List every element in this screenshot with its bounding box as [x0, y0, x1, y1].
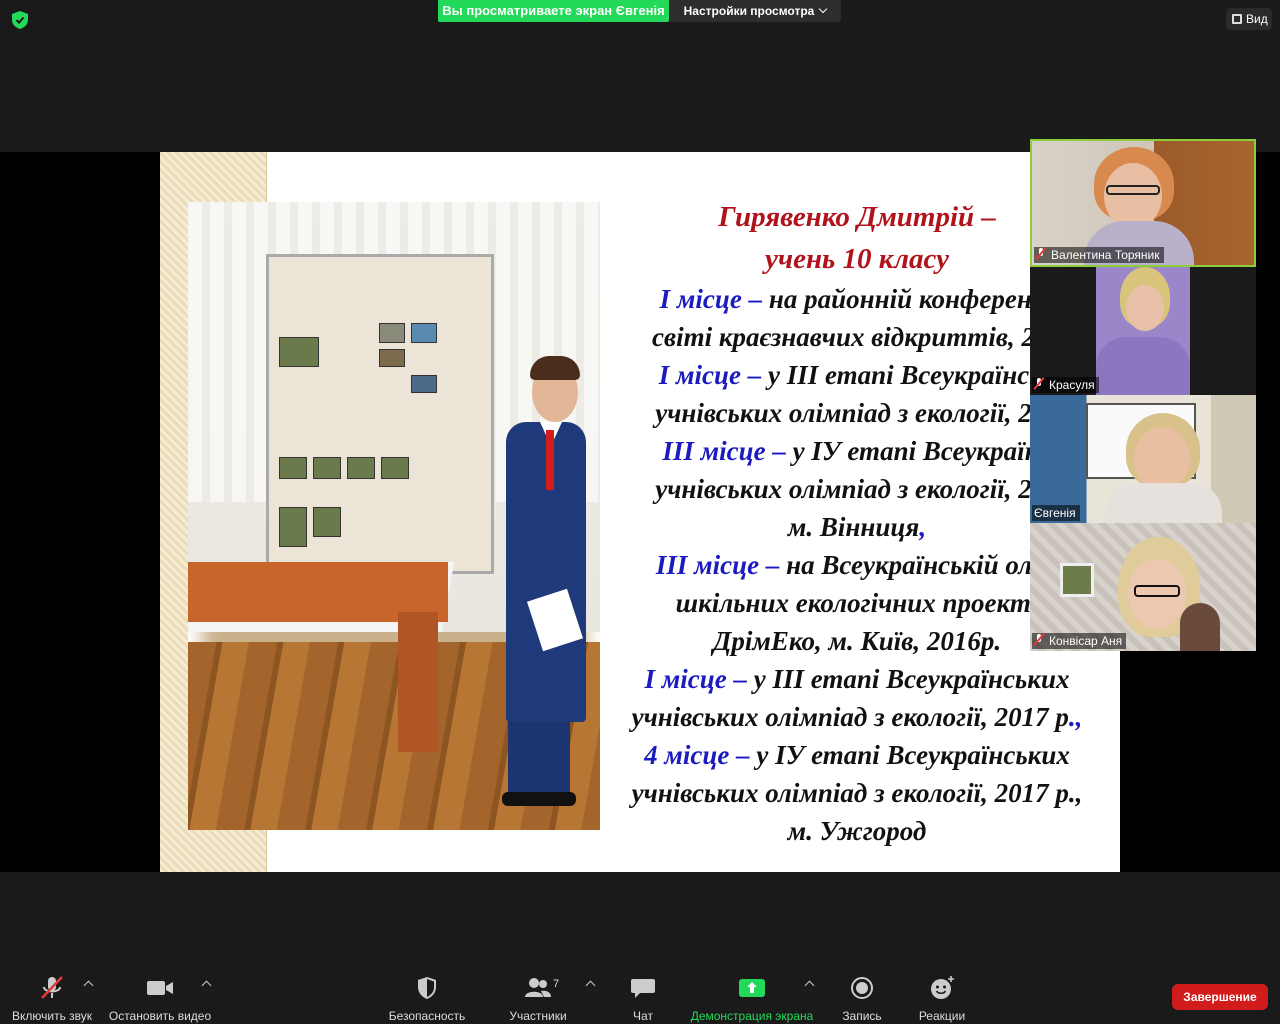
slide-line: учнівських олімпіад з екології, 201	[612, 470, 1102, 508]
slide-line-text: шкільних екологічних проекті	[675, 588, 1039, 618]
slide-line-punctuation: .,	[1068, 702, 1083, 732]
participants-label: Участники	[509, 1009, 567, 1023]
participant-name: Валентина Торяник	[1051, 248, 1160, 262]
mic-muted-icon	[1034, 378, 1044, 390]
video-button[interactable]: Остановить видео	[108, 976, 212, 1024]
participant-tile-4[interactable]: Конвісар Аня	[1030, 523, 1256, 651]
participant-name: Красуля	[1049, 378, 1095, 392]
slide-line-text: учнівських олімпіад з екології, 2017 р	[631, 702, 1069, 732]
mic-muted-icon	[1036, 248, 1046, 260]
slide-line-highlight: ІІІ місце –	[662, 436, 786, 466]
participants-count: 7	[553, 978, 560, 990]
encryption-shield-icon[interactable]	[12, 11, 28, 29]
participants-options-caret-icon[interactable]	[585, 980, 596, 991]
security-button[interactable]: Безопасность	[388, 976, 466, 1024]
slide-line-text: у ІІІ етапі Всеукраїнськ	[761, 360, 1056, 390]
participants-button[interactable]: Участники 7	[506, 976, 570, 1024]
end-meeting-button[interactable]: Завершение	[1172, 984, 1268, 1010]
slide-line: І місце – у ІІІ етапі Всеукраїнськ	[612, 356, 1102, 394]
record-button[interactable]: Запись	[838, 976, 886, 1024]
slide-line-highlight: І місце –	[658, 360, 762, 390]
slide-line: м. Ужгород	[612, 812, 1102, 850]
slide-line: учнівських олімпіад з екології, 2017 р.,	[612, 774, 1102, 812]
view-options-label: Настройки просмотра	[683, 4, 815, 18]
participant-label-3: Євгенія	[1032, 505, 1080, 521]
slide-title-grade: учень 10 класу	[764, 243, 950, 275]
slide-line: І місце – на районній конференці	[612, 280, 1102, 318]
slide-line-highlight: 4 місце –	[644, 740, 750, 770]
unmute-label: Включить звук	[11, 1009, 93, 1023]
slide-line: ІІІ місце – у ІУ етапі Всеукраїнс	[612, 432, 1102, 470]
share-screen-icon	[739, 979, 765, 997]
slide-line: шкільних екологічних проекті	[612, 584, 1102, 622]
slide-line-highlight: І місце –	[659, 284, 763, 314]
slide-line-text: світі краєзнавчих відкриттів, 201	[652, 322, 1062, 352]
presentation-slide: Гирявенко Дмитрій – учень 10 класу І міс…	[160, 152, 1120, 872]
record-icon	[851, 977, 873, 999]
mic-muted-icon	[41, 976, 63, 999]
poster-image	[266, 254, 494, 574]
reactions-label: Реакции	[918, 1009, 966, 1023]
chat-label: Чат	[633, 1009, 653, 1023]
slide-line: 4 місце – у ІУ етапі Всеукраїнських	[612, 736, 1102, 774]
view-button[interactable]: Вид	[1226, 8, 1272, 30]
slide-line-text: у ІУ етапі Всеукраїнс	[785, 436, 1052, 466]
slide-line-text: у ІУ етапі Всеукраїнських	[749, 740, 1070, 770]
slide-line: І місце – у ІІІ етапі Всеукраїнських	[612, 660, 1102, 698]
participant-label-1: Валентина Торяник	[1034, 247, 1164, 263]
slide-line-text: у ІІІ етапі Всеукраїнських	[747, 664, 1070, 694]
top-bar: Вы просматриваете экран Євгенія Настройк…	[0, 0, 1280, 40]
share-screen-button[interactable]: Демонстрация экрана	[688, 976, 816, 1024]
chevron-down-icon	[819, 4, 828, 14]
view-options-button[interactable]: Настройки просмотра	[669, 0, 841, 22]
participant-tile-3[interactable]: Євгенія	[1030, 395, 1256, 523]
slide-photo	[188, 202, 600, 830]
reactions-button[interactable]: Реакции	[916, 976, 968, 1024]
chat-bubble-icon	[631, 979, 655, 998]
grid-icon	[1232, 14, 1242, 24]
slide-line-highlight: І місце –	[644, 664, 748, 694]
slide-line-text: на районній конференці	[762, 284, 1055, 314]
mic-muted-icon	[1034, 634, 1044, 646]
video-camera-icon	[147, 981, 173, 995]
smiley-plus-icon	[931, 976, 954, 999]
slide-line-text: учнівських олімпіад з екології, 201	[655, 398, 1059, 428]
slide-text: Гирявенко Дмитрій – учень 10 класу І міс…	[612, 196, 1102, 850]
chat-button[interactable]: Чат	[622, 976, 664, 1024]
participant-name: Конвісар Аня	[1049, 634, 1123, 648]
slide-line-punctuation: ,	[919, 512, 927, 542]
security-label: Безопасность	[388, 1009, 466, 1023]
participant-name: Євгенія	[1034, 506, 1076, 520]
slide-line-text: м. Вінниця	[787, 512, 920, 542]
unmute-button[interactable]: Включить звук	[10, 976, 94, 1024]
view-button-label: Вид	[1246, 12, 1268, 26]
slide-line: ДрімЕко, м. Київ, 2016р.	[612, 622, 1102, 660]
slide-line: учнівських олімпіад з екології, 201	[612, 394, 1102, 432]
participant-label-4: Конвісар Аня	[1032, 633, 1127, 649]
slide-line-text: м. Ужгород	[787, 816, 927, 846]
record-label: Запись	[842, 1009, 882, 1023]
meeting-toolbar: Включить звук Остановить видео Безопасно…	[0, 960, 1280, 1024]
slide-line-text: на Всеукраїнській олім	[779, 550, 1059, 580]
slide-line-highlight: ІІІ місце –	[655, 550, 780, 580]
participant-label-2: Красуля	[1032, 377, 1099, 393]
participants-icon	[525, 978, 551, 997]
slide-line-text: учнівських олімпіад з екології, 201	[655, 474, 1059, 504]
share-screen-label: Демонстрация экрана	[690, 1009, 814, 1023]
slide-line: ІІІ місце – на Всеукраїнській олім	[612, 546, 1102, 584]
participant-tile-1[interactable]: Валентина Торяник	[1030, 139, 1256, 267]
participant-tile-2[interactable]: Красуля	[1030, 267, 1256, 395]
slide-line: м. Вінниця,	[612, 508, 1102, 546]
slide-line: світі краєзнавчих відкриттів, 201	[612, 318, 1102, 356]
slide-line-text: учнівських олімпіад з екології, 2017 р.,	[631, 778, 1083, 808]
video-label: Остановить видео	[108, 1009, 212, 1023]
slide-line-text: ДрімЕко, м. Київ, 2016р.	[712, 626, 1002, 656]
slide-line: учнівських олімпіад з екології, 2017 р.,	[612, 698, 1102, 736]
shield-icon	[418, 977, 436, 999]
slide-title-name: Гирявенко Дмитрій –	[718, 201, 996, 233]
viewing-screen-banner: Вы просматриваете экран Євгенія	[438, 0, 669, 22]
